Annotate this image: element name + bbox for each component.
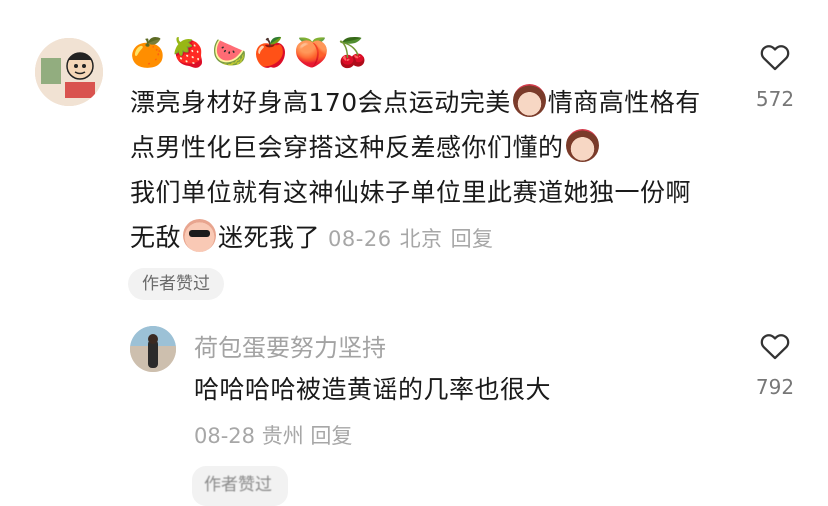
comment-reply-link[interactable]: 回复 bbox=[451, 227, 494, 251]
reply-username[interactable]: 荷包蛋要努力坚持 bbox=[194, 328, 386, 363]
reply-author-liked-badge: 作者赞过 bbox=[192, 466, 288, 506]
comment-like-count: 572 bbox=[755, 87, 795, 111]
comment-text-part-4: 迷死我了 bbox=[218, 223, 321, 252]
replier-avatar[interactable] bbox=[130, 326, 176, 372]
reply-location: 贵州 bbox=[261, 424, 304, 448]
reply-like-count: 792 bbox=[755, 375, 795, 399]
girl-sticker-icon bbox=[565, 129, 599, 162]
cool-sunglasses-sticker-icon bbox=[183, 219, 217, 252]
comment-body[interactable]: 漂亮身材好身高170会点运动完美 情商高性格有点男性化巨会穿搭这种反差感你们懂的 … bbox=[130, 80, 715, 262]
girl-sticker-icon bbox=[512, 84, 546, 117]
reply-author-badge-label: 作者赞过 bbox=[204, 475, 272, 495]
author-liked-badge: 作者赞过 bbox=[128, 268, 224, 300]
reply-body[interactable]: 哈哈哈哈被造黄谣的几率也很大 bbox=[194, 370, 551, 406]
commenter-avatar[interactable] bbox=[35, 38, 103, 106]
peach-emoji: 🍑 bbox=[294, 36, 329, 69]
orange-emoji: 🍊 bbox=[130, 36, 165, 69]
comment-location: 北京 bbox=[399, 227, 443, 251]
strawberry-emoji: 🍓 bbox=[171, 36, 206, 69]
comment-text-part-1: 漂亮身材好身高170会点运动完美 bbox=[130, 88, 511, 117]
watermelon-emoji: 🍉 bbox=[212, 36, 247, 69]
reply-meta: 08-28 贵州 回复 bbox=[194, 420, 352, 450]
comment-like-button[interactable] bbox=[758, 40, 792, 78]
cherry-emoji: 🍒 bbox=[335, 36, 370, 69]
heart-outline-icon bbox=[760, 334, 790, 360]
reply-date: 08-28 bbox=[194, 424, 256, 448]
reply-reply-link[interactable]: 回复 bbox=[310, 424, 352, 448]
comment-date: 08-26 bbox=[328, 227, 392, 251]
reply-like-button[interactable] bbox=[758, 329, 792, 367]
apple-emoji: 🍎 bbox=[253, 36, 288, 69]
heart-outline-icon bbox=[760, 45, 790, 71]
emoji-row: 🍊 🍓 🍉 🍎 🍑 🍒 bbox=[130, 36, 370, 70]
